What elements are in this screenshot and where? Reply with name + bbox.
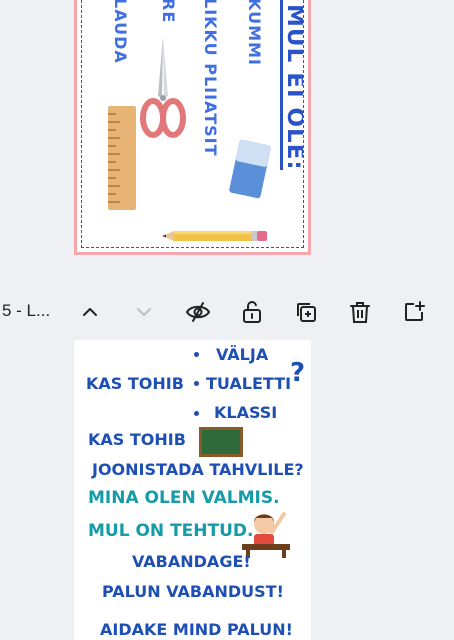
item-text-scissors: RE <box>159 0 178 24</box>
help-phrase: AIDAKE MIND PALUN! <box>100 620 293 639</box>
page-bleed-guide: MUL EI OLE: KUMMI LIKKU PLIIATSIT RE LAU… <box>81 0 304 248</box>
student-at-desk-illustration <box>242 512 290 558</box>
add-page-icon <box>405 301 425 321</box>
question-may-i: KAS TOHIB <box>86 374 184 393</box>
page-thumbnail[interactable]: KAS TOHIB VÄLJA TUALETTI KLASSI ? KAS TO… <box>74 340 311 640</box>
lock-page-button[interactable] <box>238 298 266 326</box>
page-heading: MUL EI OLE: <box>282 4 304 171</box>
chevron-up-icon <box>83 308 97 316</box>
eraser-illustration <box>229 139 271 199</box>
pardon-phrase: PALUN VABANDUST! <box>102 582 284 601</box>
sorry-phrase: VABANDAGE! <box>132 552 251 571</box>
ready-phrase: MINA OLEN VALMIS. <box>88 488 280 508</box>
move-page-up-button[interactable] <box>76 298 104 326</box>
pencil-illustration <box>162 231 267 241</box>
done-phrase: MUL ON TEHTUD. <box>88 521 254 541</box>
hide-page-button[interactable] <box>184 298 212 326</box>
question-draw-line2: JOONISTADA TAHVLILE? <box>92 460 304 479</box>
item-text-eraser: KUMMI <box>245 0 264 66</box>
chalkboard-icon <box>199 427 243 457</box>
add-page-button[interactable] <box>400 298 428 326</box>
delete-page-button[interactable] <box>346 298 374 326</box>
option-toilet: TUALETTI <box>206 374 292 393</box>
page-title-label[interactable]: 5 - L... <box>2 301 50 321</box>
bullet-dot <box>194 352 199 357</box>
unlock-icon <box>243 301 261 323</box>
duplicate-page-button[interactable] <box>292 298 320 326</box>
move-page-down-button[interactable] <box>130 298 158 326</box>
option-class: KLASSI <box>214 403 278 422</box>
bullet-dot <box>194 381 199 386</box>
duplicate-icon <box>297 303 316 322</box>
scissors-illustration <box>140 36 186 138</box>
item-text-pencil: LIKKU PLIIATSIT <box>201 0 220 157</box>
item-text-ruler: LAUDA <box>111 0 130 64</box>
question-mark: ? <box>290 358 306 388</box>
bullet-dot <box>194 411 199 416</box>
eye-slash-icon <box>185 302 211 322</box>
option-out: VÄLJA <box>216 345 269 364</box>
page-toolbar: 5 - L... <box>0 292 454 332</box>
chevron-down-icon <box>137 308 151 316</box>
ruler-illustration <box>108 106 136 210</box>
page-thumbnail-selected[interactable]: MUL EI OLE: KUMMI LIKKU PLIIATSIT RE LAU… <box>74 0 311 255</box>
trash-icon <box>350 302 370 323</box>
question-draw-line1: KAS TOHIB <box>88 430 186 449</box>
